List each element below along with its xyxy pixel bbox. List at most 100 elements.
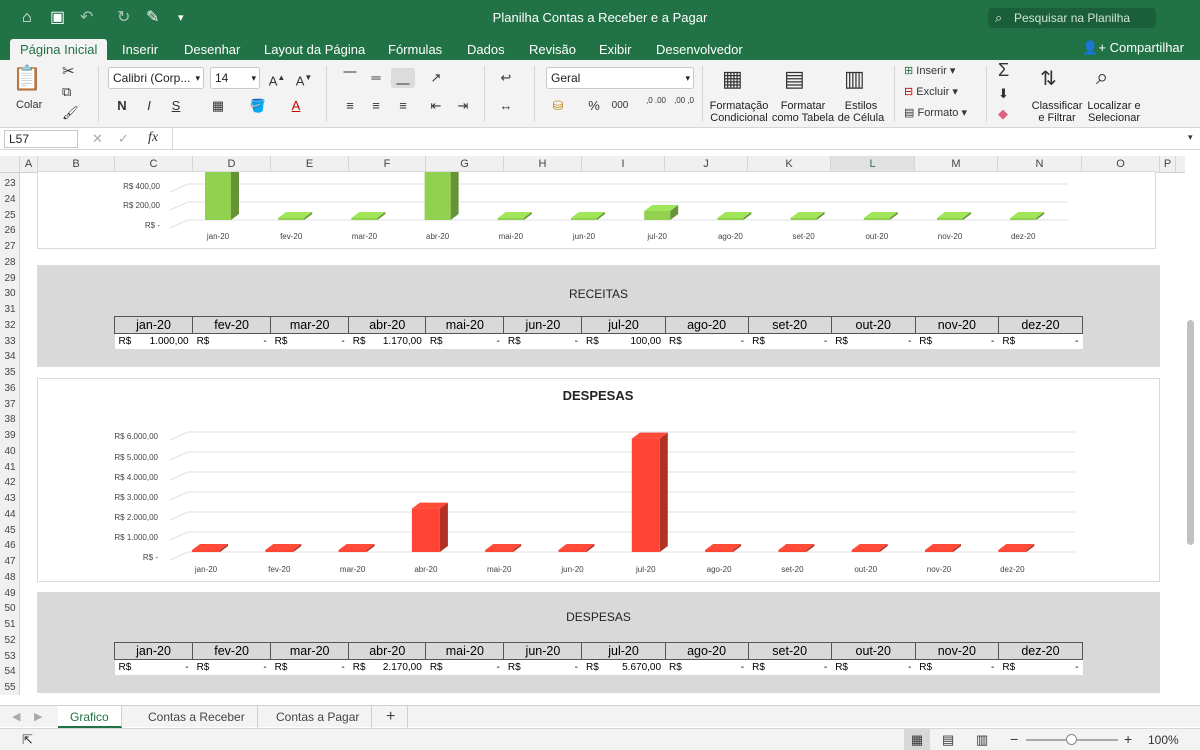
row-header[interactable]: 23 (0, 177, 20, 190)
vertical-scrollbar[interactable] (1187, 320, 1194, 545)
fill-color-icon[interactable]: 🪣 (246, 96, 270, 116)
scroll-left-icon[interactable]: ◀ (12, 710, 20, 723)
row-header[interactable]: 38 (0, 413, 20, 426)
scroll-right-icon[interactable]: ▶ (34, 710, 42, 723)
tab-exibir[interactable]: Exibir (589, 39, 642, 60)
bar[interactable] (937, 212, 971, 220)
tab-pagina-inicial[interactable]: Página Inicial (10, 39, 108, 60)
tab-formulas[interactable]: Fórmulas (378, 39, 452, 60)
row-header[interactable]: 28 (0, 256, 20, 269)
month-value-cell[interactable]: R$ - (915, 659, 999, 675)
italic-button[interactable]: I (137, 96, 161, 116)
row-header[interactable]: 44 (0, 508, 20, 521)
row-header[interactable]: 46 (0, 539, 20, 552)
despesas-chart[interactable]: DESPESAS R$ 6.000,00 R$ 5.000,00 R$ 4.000,0… (37, 378, 1160, 582)
receitas-chart[interactable]: R$ 400,00 R$ 200,00 R$ - jan-20 fev-20 mar-20… (37, 108, 1156, 249)
bar[interactable] (1010, 212, 1045, 220)
align-middle-icon[interactable]: ═ (364, 68, 388, 88)
row-header[interactable]: 33 (0, 335, 20, 348)
month-value-cell[interactable]: R$ - (503, 333, 582, 349)
cell-styles-button[interactable]: Estilos de Célula (836, 100, 886, 124)
confirm-icon[interactable]: ✓ (118, 131, 129, 147)
share-button[interactable]: 👤+ Compartilhar (1082, 39, 1184, 57)
month-value-cell[interactable]: R$ 100,00 (581, 333, 666, 349)
tab-desenhar[interactable]: Desenhar (174, 39, 250, 60)
month-value-cell[interactable]: R$ - (114, 659, 193, 675)
month-value-cell[interactable]: R$ - (270, 659, 349, 675)
row-header[interactable]: 42 (0, 476, 20, 489)
bar[interactable] (717, 212, 752, 220)
search-input[interactable]: ⌕ Pesquisar na Planilha (988, 8, 1156, 28)
row-header[interactable]: 55 (0, 681, 20, 694)
bar[interactable] (278, 212, 313, 220)
copy-icon[interactable]: ⧉ (62, 84, 71, 100)
bar[interactable] (192, 544, 228, 552)
bar[interactable] (351, 212, 386, 220)
bar[interactable] (485, 544, 522, 552)
number-format-select[interactable]: Geral ▾ (546, 67, 694, 89)
shrink-font-button[interactable]: A▼ (292, 68, 316, 88)
month-value-cell[interactable]: R$ - (192, 659, 271, 675)
wrap-text-icon[interactable]: ↩ (494, 68, 518, 88)
conditional-format-button[interactable]: Formatação Condicional (708, 100, 770, 124)
row-header[interactable]: 35 (0, 366, 20, 379)
row-header[interactable]: 45 (0, 524, 20, 537)
grow-font-button[interactable]: A▲ (265, 68, 289, 88)
month-value-cell[interactable]: R$ - (831, 659, 916, 675)
row-header[interactable]: 31 (0, 303, 20, 316)
macro-record-icon[interactable]: ⇱ (22, 732, 33, 748)
font-color-icon[interactable]: A (284, 96, 308, 116)
format-table-icon[interactable]: ▤ (784, 66, 805, 92)
row-header[interactable]: 40 (0, 445, 20, 458)
bar[interactable] (558, 544, 595, 552)
row-header[interactable]: 34 (0, 350, 20, 363)
bold-button[interactable]: N (110, 96, 134, 116)
paste-label[interactable]: Colar (16, 99, 42, 111)
percent-button[interactable]: % (582, 96, 606, 116)
page-break-icon[interactable]: ▥ (976, 732, 988, 748)
sheet-tab-grafico[interactable]: Grafico (58, 706, 122, 728)
bar[interactable] (644, 205, 679, 220)
bar[interactable] (790, 212, 825, 220)
month-value-cell[interactable]: R$ 5.670,00 (581, 659, 666, 675)
fill-icon[interactable]: ⬇ (998, 86, 1009, 102)
normal-view-icon[interactable]: ▦ (904, 729, 930, 750)
align-center-icon[interactable]: ≡ (364, 96, 388, 116)
row-header[interactable]: 53 (0, 650, 20, 663)
expand-formula-icon[interactable]: ▾ (1188, 132, 1193, 143)
tab-inserir[interactable]: Inserir (112, 39, 168, 60)
bar[interactable] (998, 544, 1035, 552)
month-value-cell[interactable]: R$ - (503, 659, 582, 675)
tab-layout[interactable]: Layout da Página (254, 39, 375, 60)
row-header[interactable]: 36 (0, 382, 20, 395)
font-name-select[interactable]: Calibri (Corp... ▾ (108, 67, 204, 89)
format-painter-icon[interactable]: 🖌 (62, 105, 79, 121)
month-value-cell[interactable]: R$ - (425, 659, 504, 675)
fx-button[interactable]: fx (148, 130, 158, 146)
tab-dados[interactable]: Dados (457, 39, 515, 60)
select-all-corner[interactable] (0, 156, 20, 173)
thousands-button[interactable]: 000 (608, 96, 632, 116)
row-header[interactable]: 51 (0, 618, 20, 631)
bar[interactable] (851, 544, 888, 552)
month-value-cell[interactable]: R$ - (270, 333, 349, 349)
row-header[interactable]: 32 (0, 319, 20, 332)
font-size-select[interactable]: 14 ▾ (210, 67, 260, 89)
zoom-slider-thumb[interactable] (1066, 734, 1077, 745)
bar[interactable] (571, 212, 605, 220)
row-header[interactable]: 39 (0, 429, 20, 442)
autosum-icon[interactable]: Σ (998, 60, 1009, 81)
increase-decimal-button[interactable]: ,0 .00 (642, 96, 670, 116)
month-value-cell[interactable]: R$ 1.000,00 (114, 333, 193, 349)
tab-desenvolvedor[interactable]: Desenvolvedor (646, 39, 753, 60)
month-value-cell[interactable]: R$ - (665, 333, 749, 349)
sort-filter-button[interactable]: Classificar e Filtrar (1028, 100, 1086, 124)
row-header[interactable]: 49 (0, 587, 20, 600)
formula-input[interactable] (172, 128, 1182, 149)
row-header[interactable]: 30 (0, 287, 20, 300)
bar[interactable] (205, 124, 239, 220)
insert-cells-button[interactable]: ⊞ Inserir ▾ (904, 64, 955, 77)
bar[interactable] (411, 502, 448, 552)
delete-cells-button[interactable]: ⊟ Excluir ▾ (904, 85, 958, 98)
find-select-button[interactable]: Localizar e Selecionar (1084, 100, 1144, 124)
